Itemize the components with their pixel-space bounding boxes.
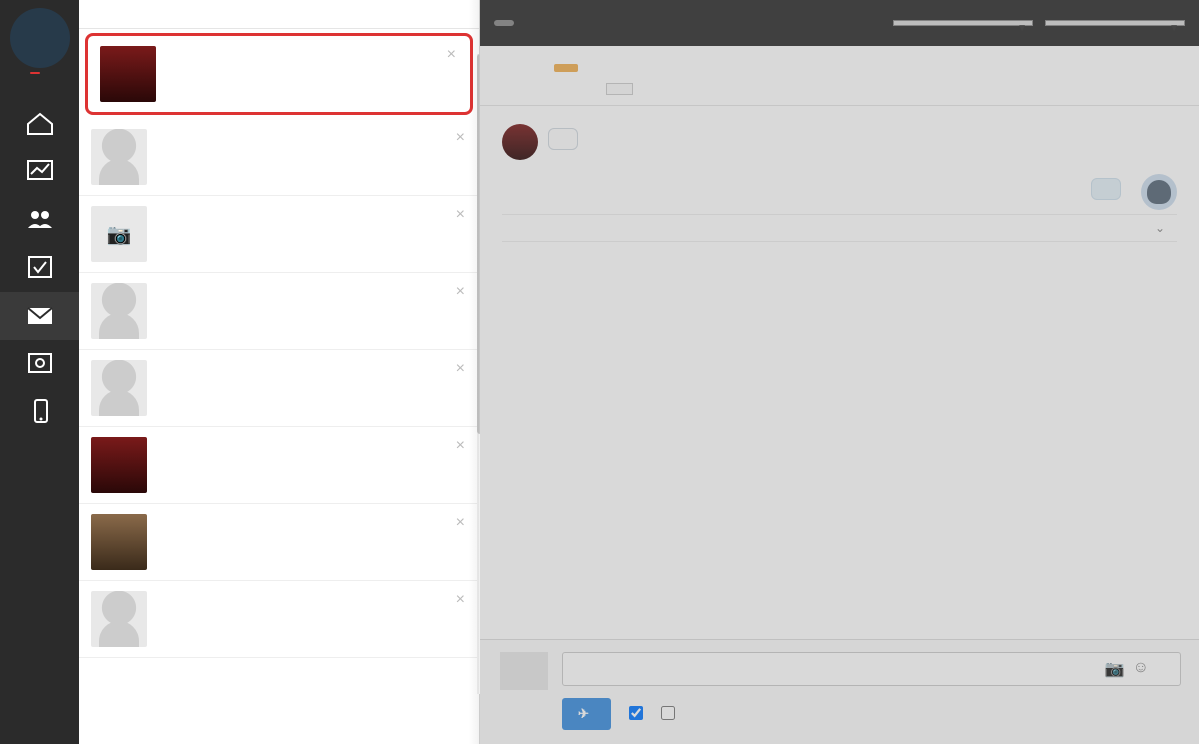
filter-select[interactable]	[1045, 20, 1185, 26]
close-icon[interactable]: ×	[456, 437, 465, 455]
close-icon[interactable]: ×	[456, 283, 465, 301]
close-icon[interactable]: ×	[456, 360, 465, 378]
nav-sales[interactable]	[0, 340, 79, 388]
mail-icon	[25, 302, 55, 328]
sort-select[interactable]	[893, 20, 1033, 26]
message-bubble	[548, 128, 578, 150]
nav-learning[interactable]	[0, 148, 79, 196]
send-via	[629, 706, 679, 723]
agent-message	[502, 174, 1177, 210]
avatar	[91, 283, 147, 339]
notif-item[interactable]: ×	[79, 119, 479, 196]
chevron-down-icon: ⌄	[1155, 221, 1165, 235]
send-icon: ✈	[578, 706, 589, 722]
notif-item[interactable]: ×	[79, 427, 479, 504]
camera-icon: 📷	[91, 206, 147, 262]
notif-item[interactable]: ×	[79, 581, 479, 658]
notif-item[interactable]: ×	[79, 504, 479, 581]
phone-icon	[25, 398, 55, 424]
message-bubble	[1091, 178, 1121, 200]
nav-site[interactable]	[0, 100, 79, 148]
avatar	[91, 437, 147, 493]
close-icon[interactable]: ×	[456, 514, 465, 532]
message-input[interactable]	[562, 652, 1181, 686]
close-icon[interactable]: ×	[456, 129, 465, 147]
home-icon	[25, 110, 55, 136]
check-icon	[25, 254, 55, 280]
avatar	[91, 591, 147, 647]
close-icon[interactable]: ×	[447, 46, 456, 64]
notif-header	[79, 0, 479, 29]
camera-icon[interactable]: 📷	[1105, 659, 1125, 679]
logo[interactable]	[10, 8, 70, 68]
users-icon	[25, 206, 55, 232]
add-note-bar[interactable]: ⌄	[502, 214, 1177, 242]
nav-mobile[interactable]	[0, 388, 79, 436]
notifications-panel: × × 📷 × × × ×	[79, 0, 480, 744]
via-sms-checkbox[interactable]	[661, 706, 679, 720]
avatar	[91, 514, 147, 570]
client-message	[502, 124, 1177, 160]
nav-messages[interactable]	[0, 292, 79, 340]
notif-item[interactable]: ×	[85, 33, 473, 115]
ticket-header	[480, 46, 1199, 106]
avatar	[91, 129, 147, 185]
sidebar	[0, 0, 79, 744]
notif-badge-row	[0, 72, 79, 100]
main-area: ⌄ 📷 ☺ ✈	[480, 0, 1199, 744]
topbar	[480, 0, 1199, 46]
avatar	[100, 46, 156, 102]
safe-icon	[25, 350, 55, 376]
close-icon[interactable]: ×	[456, 591, 465, 609]
requests-pill[interactable]	[494, 20, 514, 26]
via-email-checkbox[interactable]	[629, 706, 647, 720]
notif-count-badge	[30, 72, 40, 74]
avatar-placeholder	[500, 652, 548, 690]
notif-item[interactable]: ×	[79, 350, 479, 427]
composer: 📷 ☺ ✈	[480, 639, 1199, 744]
nav-students[interactable]	[0, 196, 79, 244]
send-button[interactable]: ✈	[562, 698, 611, 730]
nav-tasks[interactable]	[0, 244, 79, 292]
chat-thread[interactable]: ⌄	[480, 106, 1199, 639]
client-avatar	[502, 124, 538, 160]
agent-avatar	[1141, 174, 1177, 210]
emoji-icon[interactable]: ☺	[1133, 659, 1149, 679]
avatar	[91, 360, 147, 416]
chart-icon	[25, 158, 55, 184]
notif-list[interactable]: × × 📷 × × × ×	[79, 29, 479, 744]
started-button[interactable]	[606, 83, 633, 95]
open-button[interactable]	[554, 64, 578, 72]
upload-avatar[interactable]	[498, 652, 550, 692]
notif-item[interactable]: 📷 ×	[79, 196, 479, 273]
notif-item[interactable]: ×	[79, 273, 479, 350]
close-icon[interactable]: ×	[456, 206, 465, 224]
